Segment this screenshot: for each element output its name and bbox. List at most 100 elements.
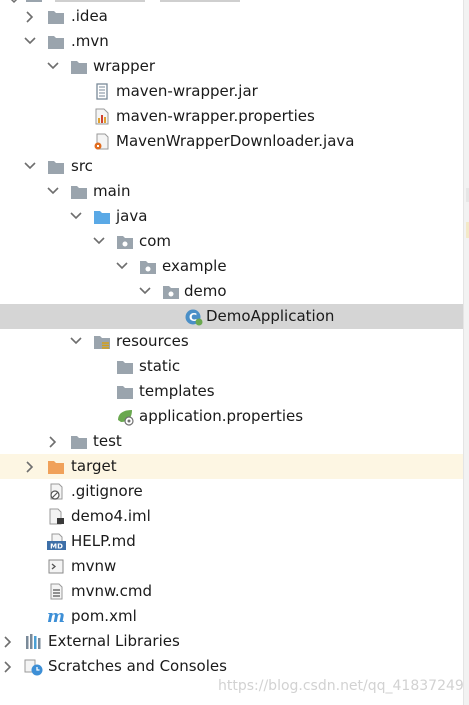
java-file-icon — [93, 133, 111, 150]
markdown-file-icon: MD — [47, 533, 66, 551]
tree-item-label: example — [162, 257, 227, 275]
tree-item-wrapper[interactable]: wrapper — [0, 54, 463, 79]
tree-item-label: .idea — [71, 7, 108, 25]
project-tree: .idea .mvn wrapper maven-wrapper.jar mav… — [0, 0, 463, 705]
tree-item-main[interactable]: main — [0, 179, 463, 204]
tree-item-label: test — [93, 432, 122, 450]
tree-item-label: mvnw — [71, 557, 117, 575]
chevron-down-icon[interactable] — [24, 154, 36, 179]
source-folder-icon — [93, 208, 111, 225]
tree-item-label: HELP.md — [71, 532, 136, 550]
watermark: https://blog.csdn.net/qq_41837249 — [218, 678, 464, 694]
tree-item-example[interactable]: example — [0, 254, 463, 279]
spring-class-icon: C — [184, 308, 203, 326]
tree-item-scratches-and-consoles[interactable]: Scratches and Consoles — [0, 654, 463, 679]
tree-item-test[interactable]: test — [0, 429, 463, 454]
chevron-down-icon[interactable] — [139, 279, 151, 304]
chevron-right-icon[interactable] — [48, 429, 60, 454]
package-icon — [116, 233, 134, 250]
folder-icon — [47, 33, 65, 50]
package-icon — [162, 283, 180, 300]
tree-item-demo[interactable]: demo — [0, 279, 463, 304]
tree-item-label: static — [139, 357, 181, 375]
tree-item-label: java — [116, 207, 148, 225]
tree-item-target[interactable]: target — [0, 454, 463, 479]
tree-item-label: main — [93, 182, 131, 200]
tree-item-label: src — [71, 157, 93, 175]
tree-item-demo-application[interactable]: C DemoApplication — [0, 304, 463, 329]
tree-item-label: com — [139, 232, 172, 250]
tree-item-label: target — [71, 457, 117, 475]
svg-text:MD: MD — [50, 543, 63, 551]
chevron-down-icon[interactable] — [70, 329, 82, 354]
tree-item-label: .gitignore — [71, 482, 143, 500]
properties-file-icon — [93, 108, 111, 125]
package-icon — [139, 258, 157, 275]
folder-icon — [47, 8, 65, 25]
chevron-down-icon[interactable] — [116, 254, 128, 279]
tree-item-label: Scratches and Consoles — [48, 657, 227, 675]
tree-item-external-libraries[interactable]: External Libraries — [0, 629, 463, 654]
shell-file-icon — [47, 558, 65, 575]
spring-properties-icon — [116, 408, 134, 426]
libraries-icon — [24, 633, 42, 650]
scratches-icon — [24, 658, 43, 676]
tree-item-gitignore[interactable]: .gitignore — [0, 479, 463, 504]
tree-item-java[interactable]: java — [0, 204, 463, 229]
tree-item-label: demo4.iml — [71, 507, 151, 525]
chevron-down-icon[interactable] — [47, 54, 59, 79]
chevron-right-icon[interactable] — [3, 629, 15, 654]
tree-item-application-properties[interactable]: application.properties — [0, 404, 463, 429]
tree-item-label: pom.xml — [71, 607, 137, 625]
tree-item-mvnw[interactable]: mvnw — [0, 554, 463, 579]
folder-icon — [70, 433, 88, 450]
tree-item-label: application.properties — [139, 407, 304, 425]
tree-item-static[interactable]: static — [0, 354, 463, 379]
cmd-file-icon — [47, 583, 65, 600]
tree-item-com[interactable]: com — [0, 229, 463, 254]
folder-icon — [47, 158, 65, 175]
tree-item-maven-wrapper-properties[interactable]: maven-wrapper.properties — [0, 104, 463, 129]
tree-item-label: maven-wrapper.properties — [116, 107, 315, 125]
tree-item-src[interactable]: src — [0, 154, 463, 179]
chevron-right-icon[interactable] — [3, 654, 15, 679]
iml-file-icon — [47, 508, 65, 525]
svg-text:m: m — [47, 608, 65, 625]
tree-item-label: .mvn — [71, 32, 109, 50]
tree-item-label: demo — [184, 282, 227, 300]
folder-icon — [70, 183, 88, 200]
tree-item-mvn[interactable]: .mvn — [0, 29, 463, 54]
tree-item-label: External Libraries — [48, 632, 180, 650]
chevron-down-icon[interactable] — [24, 29, 36, 54]
excluded-folder-icon — [47, 458, 65, 475]
tree-item-label: templates — [139, 382, 215, 400]
folder-icon — [116, 358, 134, 375]
tree-item-maven-wrapper-jar[interactable]: maven-wrapper.jar — [0, 79, 463, 104]
chevron-down-icon[interactable] — [93, 229, 105, 254]
editor-edge — [463, 0, 469, 705]
tree-item-label: maven-wrapper.jar — [116, 82, 258, 100]
folder-icon — [70, 58, 88, 75]
tree-item-label: DemoApplication — [206, 307, 335, 325]
tree-item-resources[interactable]: resources — [0, 329, 463, 354]
tree-item-idea[interactable]: .idea — [0, 4, 463, 29]
maven-pom-icon: m — [47, 607, 65, 627]
tree-item-help-md[interactable]: MD HELP.md — [0, 529, 463, 554]
tree-item-pom-xml[interactable]: m pom.xml — [0, 604, 463, 629]
chevron-right-icon[interactable] — [25, 454, 37, 479]
jar-file-icon — [93, 83, 111, 100]
tree-item-demo4-iml[interactable]: demo4.iml — [0, 504, 463, 529]
resources-folder-icon — [93, 333, 111, 350]
tree-item-templates[interactable]: templates — [0, 379, 463, 404]
chevron-down-icon[interactable] — [47, 179, 59, 204]
tree-item-label: resources — [116, 332, 189, 350]
chevron-down-icon[interactable] — [70, 204, 82, 229]
tree-item-label: MavenWrapperDownloader.java — [116, 132, 355, 150]
tree-item-label: mvnw.cmd — [71, 582, 153, 600]
folder-icon — [116, 383, 134, 400]
chevron-right-icon[interactable] — [25, 4, 37, 29]
tree-item-maven-wrapper-downloader[interactable]: MavenWrapperDownloader.java — [0, 129, 463, 154]
tree-item-mvnw-cmd[interactable]: mvnw.cmd — [0, 579, 463, 604]
gitignore-file-icon — [47, 483, 65, 500]
tree-item-label: wrapper — [93, 57, 156, 75]
